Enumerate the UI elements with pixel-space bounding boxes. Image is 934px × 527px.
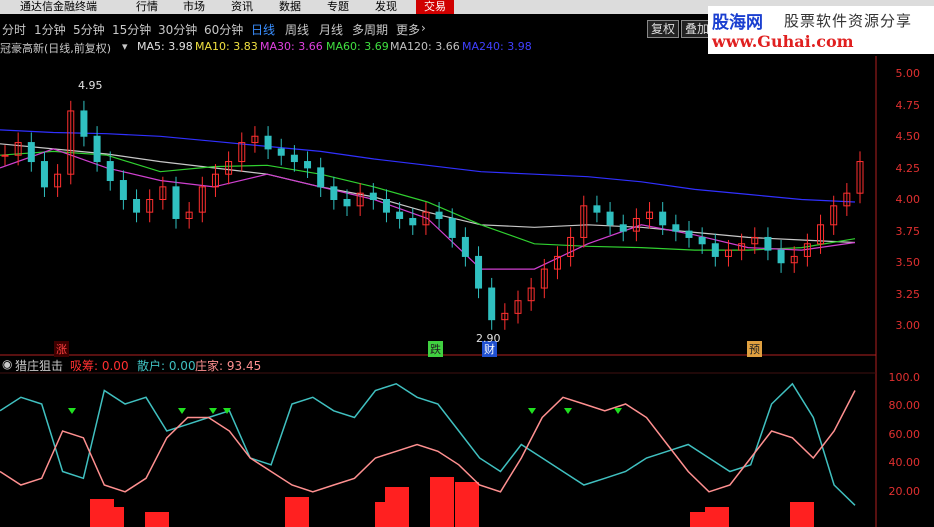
candle-body xyxy=(409,217,417,226)
sanhu-line xyxy=(0,382,856,506)
candle-body xyxy=(606,211,614,226)
price-axis-4.75: 4.75 xyxy=(895,99,921,112)
candle-body xyxy=(27,142,35,163)
xichou-bar-3 xyxy=(285,497,309,527)
indicator-name: 猎庄狙击 xyxy=(15,359,64,373)
ma-line-ma30 xyxy=(0,148,856,270)
indicator-axis-80: 80.00 xyxy=(888,399,921,412)
low-price-label: 2.90 xyxy=(476,332,501,345)
candle-body xyxy=(290,154,298,163)
indicator-title-bar: ◉ 猎庄狙击 吸筹: 0.00 散户: 0.00 庄家: 93.45 xyxy=(0,357,880,373)
settings-icon[interactable]: ◉ xyxy=(2,357,12,371)
candle-body xyxy=(711,243,719,257)
candle-body xyxy=(172,186,180,219)
indicator-axis-20: 20.00 xyxy=(888,485,921,498)
signal-triangle-2 xyxy=(209,408,217,414)
ma-line-ma120 xyxy=(0,143,856,244)
candle-body xyxy=(461,236,469,257)
candle-body xyxy=(93,135,101,163)
signal-triangle-1 xyxy=(178,408,186,414)
xichou-bar-6 xyxy=(430,477,454,527)
event-marker-yu[interactable]: 预 xyxy=(747,341,762,357)
signal-triangle-5 xyxy=(564,408,572,414)
candle-body xyxy=(119,180,127,200)
xichou-bar-5 xyxy=(385,487,409,527)
candle-body xyxy=(133,199,141,213)
indicator-axis-100: 100.0 xyxy=(888,371,921,384)
indicator-axis-40: 40.00 xyxy=(888,456,921,469)
candle-body xyxy=(685,230,693,238)
signal-triangle-0 xyxy=(68,408,76,414)
indicator-xichou: 吸筹: 0.00 xyxy=(70,359,129,373)
candle-body xyxy=(435,211,443,219)
candle-body xyxy=(672,224,680,232)
indicator-zhuangjia: 庄家: 93.45 xyxy=(195,359,262,373)
price-axis-3.50: 3.50 xyxy=(895,256,921,269)
signal-triangle-4 xyxy=(528,408,536,414)
kline-chart[interactable] xyxy=(0,0,934,527)
event-marker-zhang[interactable]: 涨 xyxy=(54,341,69,357)
xichou-bar-10 xyxy=(790,502,814,527)
event-marker-die[interactable]: 跌 xyxy=(428,341,443,357)
xichou-bar-9 xyxy=(705,507,729,527)
price-axis-3.25: 3.25 xyxy=(895,288,921,301)
candle-body xyxy=(448,217,456,238)
candle-body xyxy=(382,199,390,213)
candle-body xyxy=(659,211,667,226)
signal-triangle-6 xyxy=(614,408,622,414)
candle-body xyxy=(277,148,285,156)
candle-body xyxy=(264,135,272,150)
xichou-bar-7 xyxy=(455,482,479,527)
candle-body xyxy=(396,211,404,219)
candle-body xyxy=(764,236,772,251)
candle-body xyxy=(304,161,312,169)
candle-body xyxy=(40,161,48,188)
xichou-bar-1 xyxy=(100,507,124,527)
candle-body xyxy=(488,287,496,321)
candle-body xyxy=(369,192,377,201)
indicator-axis-60: 60.00 xyxy=(888,428,921,441)
candle-body xyxy=(475,255,483,289)
price-axis-3.75: 3.75 xyxy=(895,225,921,238)
price-axis-5.00: 5.00 xyxy=(895,67,921,80)
candle-body xyxy=(1,154,9,157)
high-price-label: 4.95 xyxy=(78,79,103,92)
xichou-bar-2 xyxy=(145,512,169,527)
price-axis-4.25: 4.25 xyxy=(895,162,921,175)
price-axis-4.50: 4.50 xyxy=(895,130,921,143)
candle-body xyxy=(698,236,706,245)
candle-body xyxy=(619,224,627,232)
candle-body xyxy=(777,249,785,264)
candle-body xyxy=(593,205,601,213)
candle-body xyxy=(317,167,325,188)
indicator-sanhu: 散户: 0.00 xyxy=(137,359,196,373)
candle-body xyxy=(330,186,338,201)
candle-body xyxy=(106,161,114,182)
candle-body xyxy=(343,199,351,207)
ma-line-ma240 xyxy=(0,129,856,203)
price-axis-3.00: 3.00 xyxy=(895,319,921,332)
candle-body xyxy=(80,110,88,137)
price-axis-4.00: 4.00 xyxy=(895,193,921,206)
zhuangjia-line xyxy=(0,390,856,493)
